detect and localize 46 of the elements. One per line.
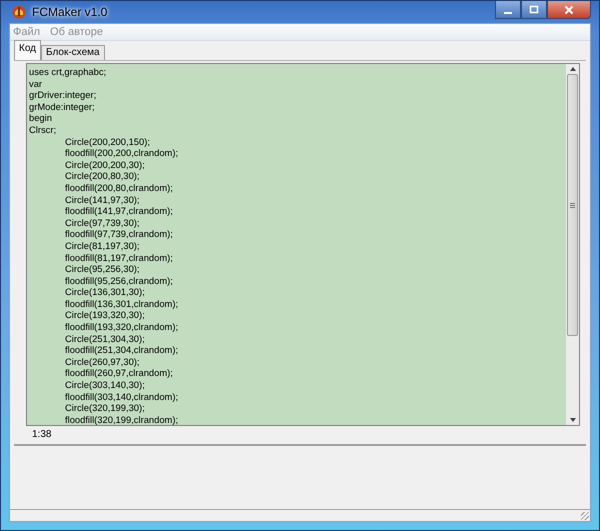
code-line: Circle(320,199,30);	[65, 402, 145, 414]
maximize-button[interactable]	[521, 1, 547, 19]
minimize-button[interactable]	[495, 1, 521, 19]
code-line: Circle(81,197,30);	[65, 240, 140, 251]
code-line: floodfill(200,80,clrandom);	[65, 182, 173, 193]
code-line: floodfill(97,739,clrandom);	[65, 228, 173, 240]
code-line: floodfill(251,304,clrandom);	[65, 344, 178, 356]
code-line: Circle(200,200,30);	[65, 158, 145, 170]
code-line: floodfill(136,301,clrandom);	[65, 298, 178, 309]
code-line: Circle(141,97,30);	[65, 194, 140, 205]
scroll-down-icon[interactable]	[570, 418, 576, 422]
code-line: Circle(303,140,30);	[65, 379, 145, 390]
close-button[interactable]	[547, 1, 591, 19]
code-line: Circle(200,80,30);	[65, 170, 140, 182]
cursor-position: 1:38	[31, 428, 52, 442]
scroll-up-icon[interactable]	[570, 67, 576, 71]
code-line: Circle(95,256,30);	[65, 263, 140, 274]
code-line: floodfill(200,200,clrandom);	[65, 147, 178, 158]
code-line: grDriver:integer;	[29, 89, 96, 100]
maximize-icon	[529, 4, 539, 14]
code-line: uses crt,graphabc;	[29, 66, 106, 77]
tab[interactable]: Код	[14, 40, 42, 60]
code-line: floodfill(260,97,clrandom);	[65, 367, 173, 378]
code-line: floodfill(193,320,clrandom);	[65, 321, 178, 332]
code-line: floodfill(141,97,clrandom);	[65, 205, 173, 216]
code-line: Circle(260,97,30);	[65, 356, 140, 367]
code-line: Clrscr;	[29, 124, 56, 135]
code-line: Circle(97,739,30);	[65, 216, 140, 228]
code-line: Circle(251,304,30);	[65, 332, 145, 344]
tab[interactable]: Блок-схема	[41, 45, 105, 60]
code-line: floodfill(320,199,clrandom);	[65, 414, 178, 425]
code-line: grMode:integer;	[29, 100, 95, 112]
code-editor[interactable]	[26, 63, 580, 426]
scroll-thumb[interactable]	[567, 74, 578, 336]
window-title: FCMaker v1.0	[32, 5, 108, 19]
code-line: begin	[29, 112, 52, 124]
minimize-icon	[504, 12, 512, 14]
code-line: var	[29, 78, 42, 89]
code-line: floodfill(95,256,clrandom);	[65, 274, 173, 286]
code-line: Circle(193,320,30);	[65, 309, 145, 320]
code-line: Circle(200,200,150);	[65, 136, 150, 147]
code-line: Circle(136,301,30);	[65, 286, 145, 298]
code-line: floodfill(81,197,clrandom);	[65, 252, 173, 262]
helmet-icon	[11, 4, 27, 20]
code-line: floodfill(303,140,clrandom);	[65, 390, 178, 402]
close-icon	[564, 4, 574, 14]
